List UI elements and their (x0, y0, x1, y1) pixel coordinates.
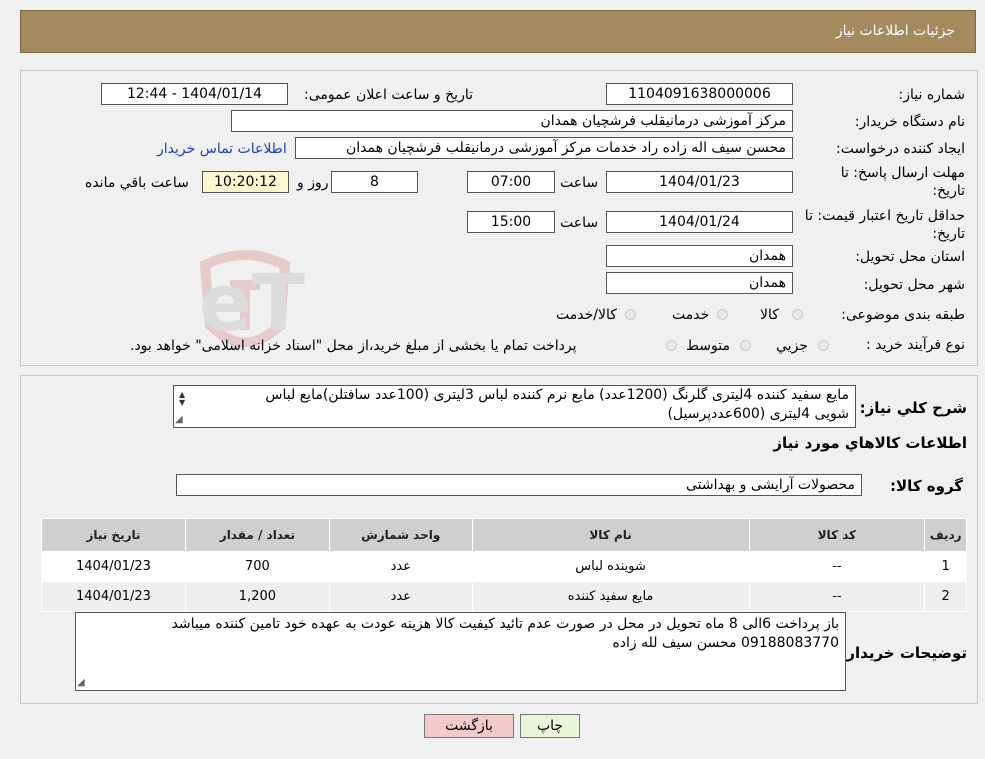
table-row: 2 -- مایع سفید کننده عدد 1,200 1404/01/2… (41, 581, 967, 612)
col-row-header: ردیف (924, 518, 967, 552)
buyer-org-field: مرکز آموزشی درمانیقلب فرشچیان همدان (231, 110, 793, 132)
deadline-time-label: ساعت (560, 175, 599, 191)
description-label: شرح کلي نياز: (859, 399, 967, 417)
deadline-label: مهلت ارسال پاسخ: تا (840, 165, 965, 181)
category-goods-radio[interactable] (792, 309, 803, 320)
col-date-header: تاریخ نیاز (41, 518, 186, 552)
process-minor-label: جزيي (776, 338, 808, 354)
page-header: جزئیات اطلاعات نیاز (20, 10, 976, 53)
validity-time-label: ساعت (560, 215, 599, 231)
item-quantity: 1,200 (184, 581, 330, 612)
buyer-notes-line-2: 09188083770 محسن سیف لله زاده (612, 635, 839, 651)
item-quantity: 700 (184, 551, 330, 582)
announce-label: تاریخ و ساعت اعلان عمومی: (304, 87, 473, 103)
category-goods-service-label: کالا/خدمت (556, 307, 617, 323)
validity-time-field: 15:00 (467, 211, 555, 233)
remaining-time-field: 10:20:12 (202, 171, 289, 193)
process-minor-radio[interactable] (818, 340, 829, 351)
province-label: استان محل تحویل: (855, 249, 965, 265)
goods-group-field: محصولات آرایشی و بهداشتی (176, 474, 862, 496)
requester-field: محسن سیف اله زاده راد خدمات مرکز آموزشی … (295, 137, 793, 159)
buyer-org-label: نام دستگاه خریدار: (854, 114, 965, 130)
table-row: 1 -- شوینده لباس عدد 700 1404/01/23 (41, 551, 967, 582)
validity-label-2: تاریخ: (932, 226, 965, 242)
process-medium-label: متوسط (686, 338, 730, 354)
category-service-label: خدمت (672, 307, 710, 323)
category-service-radio[interactable] (717, 309, 728, 320)
col-code-header: کد کالا (748, 518, 926, 552)
days-label: روز و (297, 175, 329, 191)
process-label: نوع فرآیند خرید : (866, 337, 965, 353)
need-number-field: 1104091638000006 (606, 83, 793, 105)
page-title: جزئیات اطلاعات نیاز (835, 23, 955, 39)
contact-buyer-link[interactable]: اطلاعات تماس خریدار (157, 139, 287, 159)
scroll-arrows-icon[interactable]: ▲ ▼ (179, 391, 185, 407)
category-label: طبقه بندی موضوعی: (841, 307, 965, 323)
description-textarea[interactable]: مایع سفید کننده 4لیتری گلرنگ (1200عدد) م… (173, 385, 856, 428)
items-table: ردیف کد کالا نام کالا واحد شمارش تعداد /… (41, 518, 967, 612)
description-line-1: مایع سفید کننده 4لیتری گلرنگ (1200عدد) م… (265, 387, 849, 403)
col-unit-header: واحد شمارش (328, 518, 473, 552)
city-label: شهر محل تحویل: (863, 277, 965, 293)
table-header-row: ردیف کد کالا نام کالا واحد شمارش تعداد /… (41, 518, 967, 552)
row-index: 1 (924, 551, 967, 582)
days-remaining-field: 8 (331, 171, 418, 193)
col-name-header: نام کالا (471, 518, 750, 552)
notes-resize-grip-icon[interactable]: ◢ (77, 677, 85, 688)
deadline-time-field: 07:00 (467, 171, 555, 193)
deadline-date-field: 1404/01/23 (606, 171, 793, 193)
validity-label: حداقل تاریخ اعتبار قیمت: تا (804, 208, 965, 224)
resize-grip-icon[interactable]: ◢ (175, 414, 183, 425)
goods-section-title: اطلاعات کالاهاي مورد نياز (773, 434, 967, 452)
goods-group-label: گروه کالا: (890, 477, 963, 495)
category-goods-label: کالا (760, 307, 779, 323)
item-code: -- (748, 581, 926, 612)
buyer-notes-textarea[interactable]: باز پرداخت 6الی 8 ماه تحویل در محل در صو… (75, 612, 846, 691)
need-number-label: شماره نیاز: (898, 87, 966, 103)
remaining-label: ساعت باقي مانده (85, 175, 189, 191)
back-button[interactable]: بازگشت (424, 714, 514, 738)
city-field: همدان (606, 272, 793, 294)
treasury-checkbox[interactable] (666, 340, 677, 351)
process-note: پرداخت تمام یا بخشی از مبلغ خرید،از محل … (130, 338, 577, 354)
print-button[interactable]: چاپ (520, 714, 580, 738)
item-date: 1404/01/23 (41, 551, 186, 582)
validity-date-field: 1404/01/24 (606, 211, 793, 233)
col-quantity-header: تعداد / مقدار (184, 518, 330, 552)
requester-label: ایجاد کننده درخواست: (836, 141, 965, 157)
process-medium-radio[interactable] (740, 340, 751, 351)
category-goods-service-radio[interactable] (625, 309, 636, 320)
buyer-notes-line-1: باز پرداخت 6الی 8 ماه تحویل در محل در صو… (171, 616, 839, 632)
item-name: شوینده لباس (471, 551, 750, 582)
announce-date-field: 1404/01/14 - 12:44 (101, 83, 288, 105)
item-unit: عدد (328, 551, 473, 582)
description-line-2: شویی 4لیتری (600عددپرسیل) (667, 406, 849, 422)
deadline-label-2: تاریخ: (932, 183, 965, 199)
item-name: مایع سفید کننده (471, 581, 750, 612)
item-date: 1404/01/23 (41, 581, 186, 612)
province-field: همدان (606, 245, 793, 267)
buyer-notes-label: توضیحات خریدار: (840, 644, 967, 662)
row-index: 2 (924, 581, 967, 612)
item-unit: عدد (328, 581, 473, 612)
item-code: -- (748, 551, 926, 582)
